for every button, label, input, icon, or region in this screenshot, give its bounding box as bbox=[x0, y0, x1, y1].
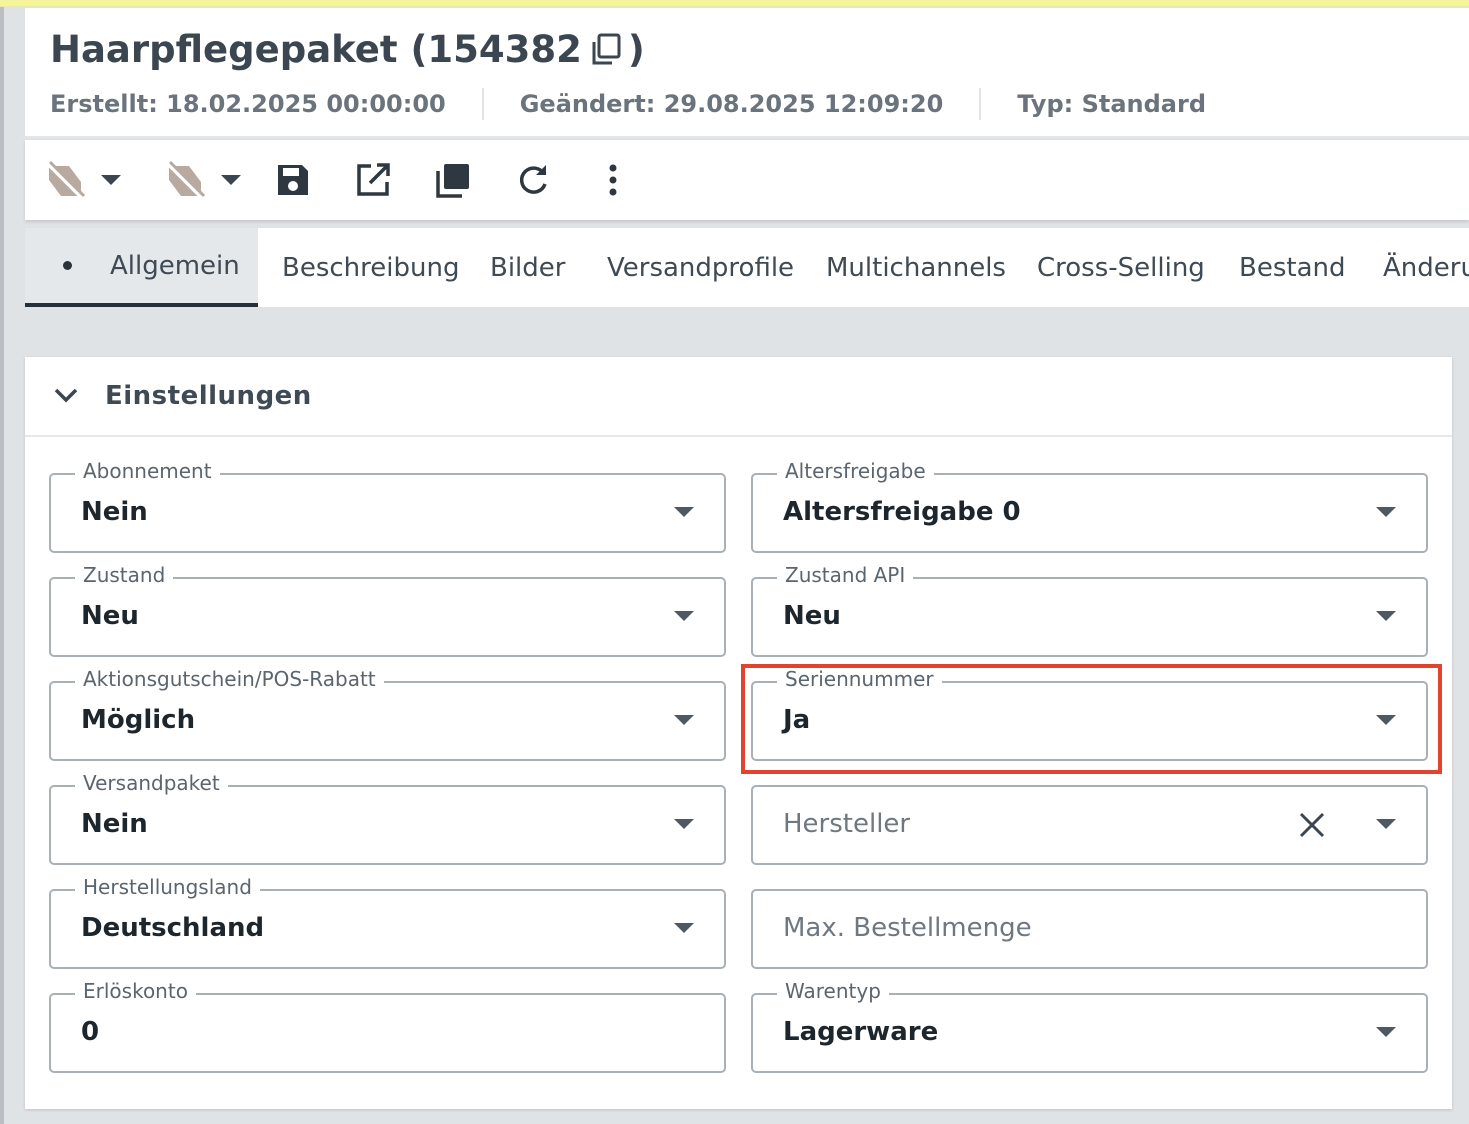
tab-bar: Allgemein Beschreibung Bilder Versandpro… bbox=[25, 228, 1469, 307]
visibility-off-icon bbox=[47, 160, 85, 200]
field-label: Zustand bbox=[75, 563, 174, 587]
more-options-button[interactable] bbox=[603, 158, 623, 202]
field-placeholder: Hersteller bbox=[783, 809, 911, 839]
tab-label: Versandprofile bbox=[607, 252, 795, 283]
tab-label: Multichannels bbox=[826, 252, 1006, 283]
dropdown-arrow-icon[interactable] bbox=[674, 715, 694, 725]
versandpaket-select[interactable]: Versandpaket Nein bbox=[49, 771, 726, 865]
divider bbox=[481, 88, 484, 120]
field-value: 0 bbox=[81, 1017, 100, 1047]
active-dot-icon bbox=[63, 261, 72, 270]
hersteller-select[interactable]: Hersteller bbox=[751, 785, 1428, 865]
tab-label: Bestand bbox=[1239, 252, 1346, 283]
field-value: Neu bbox=[783, 601, 841, 631]
field-label: Aktionsgutschein/POS-Rabatt bbox=[75, 667, 384, 691]
open-external-icon bbox=[357, 163, 390, 196]
tab-beschreibung[interactable]: Beschreibung bbox=[282, 228, 459, 307]
chevron-down-icon bbox=[54, 388, 78, 403]
tab-bestand[interactable]: Bestand bbox=[1239, 228, 1346, 307]
page-title: Haarpflegepaket (154382 ) bbox=[50, 28, 645, 71]
modified-date: Geändert: 29.08.2025 12:09:20 bbox=[519, 90, 944, 118]
tab-bilder[interactable]: Bilder bbox=[490, 228, 565, 307]
created-date: Erstellt: 18.02.2025 00:00:00 bbox=[50, 90, 446, 118]
field-label: Herstellungsland bbox=[75, 875, 260, 899]
field-label: Warentyp bbox=[777, 979, 889, 1003]
left-edge bbox=[0, 7, 4, 1124]
altersfreigabe-select[interactable]: Altersfreigabe Altersfreigabe 0 bbox=[751, 459, 1428, 553]
visibility-off-icon bbox=[167, 160, 205, 200]
zustand-api-select[interactable]: Zustand API Neu bbox=[751, 563, 1428, 657]
refresh-icon bbox=[519, 165, 547, 194]
warentyp-select[interactable]: Warentyp Lagerware bbox=[751, 979, 1428, 1073]
save-button[interactable] bbox=[275, 158, 311, 202]
abonnement-select[interactable]: Abonnement Nein bbox=[49, 459, 726, 553]
open-external-button[interactable] bbox=[355, 158, 391, 202]
field-label: Erlöskonto bbox=[75, 979, 196, 1003]
field-label: Zustand API bbox=[777, 563, 914, 587]
copy-icon[interactable] bbox=[590, 33, 622, 67]
chevron-down-icon bbox=[221, 175, 241, 185]
tab-label: Allgemein bbox=[110, 250, 240, 281]
field-value: Deutschland bbox=[81, 913, 265, 943]
herstellungsland-select[interactable]: Herstellungsland Deutschland bbox=[49, 875, 726, 969]
save-icon bbox=[278, 165, 308, 195]
close-icon[interactable] bbox=[1298, 811, 1326, 839]
duplicate-icon bbox=[436, 164, 469, 198]
divider bbox=[979, 88, 982, 120]
duplicate-button[interactable] bbox=[435, 158, 471, 202]
more-vertical-icon bbox=[609, 164, 617, 196]
page-header: Haarpflegepaket (154382 ) Erstellt: 18.0… bbox=[25, 8, 1469, 138]
field-value: Lagerware bbox=[783, 1017, 939, 1047]
field-label: Abonnement bbox=[75, 459, 220, 483]
dropdown-arrow-icon[interactable] bbox=[1376, 1027, 1396, 1037]
meta-row: Erstellt: 18.02.2025 00:00:00 Geändert: … bbox=[50, 88, 1206, 120]
chevron-down-icon bbox=[101, 175, 121, 185]
section-title: Einstellungen bbox=[105, 381, 312, 411]
tab-cross-selling[interactable]: Cross-Selling bbox=[1037, 228, 1205, 307]
highlight-box bbox=[741, 664, 1442, 774]
toolbar bbox=[25, 140, 1469, 220]
field-label: Versandpaket bbox=[75, 771, 228, 795]
product-type: Typ: Standard bbox=[1017, 90, 1207, 118]
dropdown-arrow-icon[interactable] bbox=[1376, 611, 1396, 621]
section-header[interactable]: Einstellungen bbox=[25, 357, 1452, 437]
tab-label: Cross-Selling bbox=[1037, 252, 1205, 283]
product-title: Haarpflegepaket (154382 bbox=[50, 28, 582, 71]
erloeskonto-input[interactable]: Erlöskonto 0 bbox=[49, 979, 726, 1073]
dropdown-arrow-icon[interactable] bbox=[1376, 819, 1396, 829]
field-value: Neu bbox=[81, 601, 139, 631]
dropdown-arrow-icon[interactable] bbox=[1376, 507, 1396, 517]
field-placeholder: Max. Bestellmenge bbox=[783, 913, 1032, 943]
tab-label: Änderu bbox=[1383, 252, 1469, 283]
visibility-dropdown-button-2[interactable] bbox=[165, 158, 243, 202]
zustand-select[interactable]: Zustand Neu bbox=[49, 563, 726, 657]
tab-label: Bilder bbox=[490, 252, 566, 283]
field-value: Altersfreigabe 0 bbox=[783, 497, 1021, 527]
tab-multichannels[interactable]: Multichannels bbox=[826, 228, 1006, 307]
dropdown-arrow-icon[interactable] bbox=[674, 611, 694, 621]
field-value: Nein bbox=[81, 809, 148, 839]
tab-versandprofile[interactable]: Versandprofile bbox=[607, 228, 794, 307]
max-bestellmenge-input[interactable]: Max. Bestellmenge bbox=[751, 889, 1428, 969]
dropdown-arrow-icon[interactable] bbox=[674, 923, 694, 933]
field-label: Altersfreigabe bbox=[777, 459, 934, 483]
refresh-button[interactable] bbox=[515, 158, 551, 202]
tab-aenderungen[interactable]: Änderu bbox=[1383, 228, 1469, 307]
dropdown-arrow-icon[interactable] bbox=[674, 507, 694, 517]
top-accent-bar bbox=[0, 0, 1469, 7]
aktionsgutschein-select[interactable]: Aktionsgutschein/POS-Rabatt Möglich bbox=[49, 667, 726, 761]
title-close-paren: ) bbox=[627, 28, 645, 71]
tab-allgemein[interactable]: Allgemein bbox=[25, 228, 258, 307]
tab-label: Beschreibung bbox=[282, 252, 460, 283]
field-value: Nein bbox=[81, 497, 148, 527]
visibility-dropdown-button-1[interactable] bbox=[45, 158, 123, 202]
field-value: Möglich bbox=[81, 705, 196, 735]
dropdown-arrow-icon[interactable] bbox=[674, 819, 694, 829]
